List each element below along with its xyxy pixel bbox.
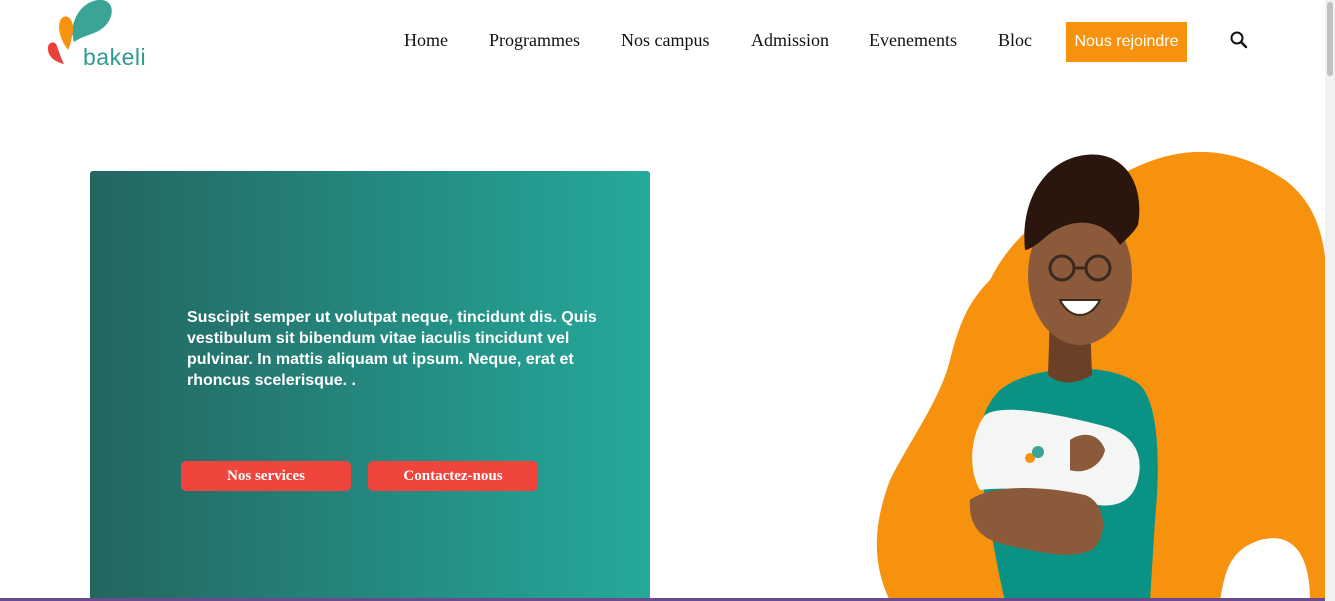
nav-nos-campus[interactable]: Nos campus [621, 30, 710, 51]
nav-home[interactable]: Home [404, 30, 448, 51]
hero-text: Suscipit semper ut volutpat neque, tinci… [187, 309, 597, 389]
nav-bloc[interactable]: Bloc [998, 30, 1032, 51]
hero-card: Suscipit semper ut volutpat neque, tinci… [90, 171, 650, 601]
student-illustration [876, 151, 1327, 601]
scroll-thumb[interactable] [1327, 2, 1333, 76]
contact-button[interactable]: Contactez-nous [368, 461, 538, 491]
nav-evenements[interactable]: Evenements [869, 30, 957, 51]
hero-illustration [870, 140, 1330, 601]
nav-programmes[interactable]: Programmes [489, 30, 580, 51]
page-scrollbar[interactable] [1325, 0, 1335, 601]
page: bakeli Home Programmes Nos campus Admiss… [0, 0, 1335, 601]
services-button[interactable]: Nos services [181, 461, 351, 491]
nav-admission[interactable]: Admission [751, 30, 829, 51]
search-icon[interactable] [1229, 30, 1249, 50]
join-button[interactable]: Nous rejoindre [1066, 22, 1187, 62]
